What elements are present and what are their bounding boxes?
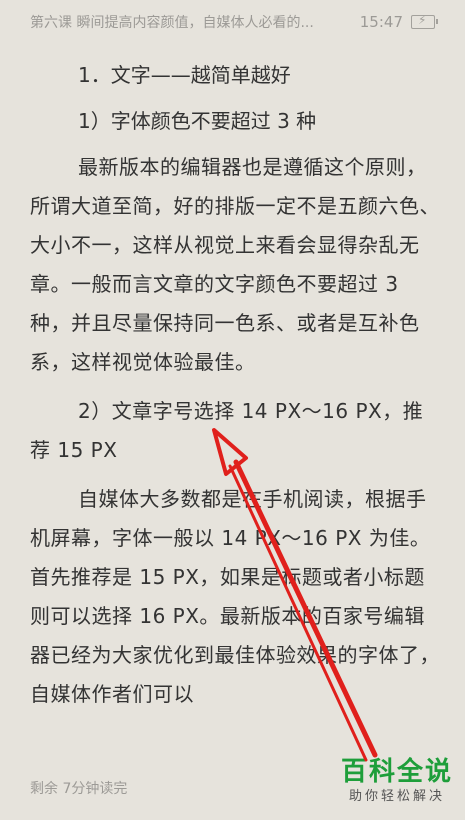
watermark-title: 百科全说 bbox=[340, 757, 453, 787]
subheading-font-size: 2）文章字号选择 14 PX～16 PX，推荐 15 PX bbox=[30, 399, 424, 462]
chapter-title: 第六课 瞬间提高内容颜值，自媒体人必看的... bbox=[30, 15, 314, 31]
article-body: 1．文字——越简单越好 1）字体颜色不要超过 3 种 最新版本的编辑器也是遵循这… bbox=[30, 56, 440, 724]
watermark-subtitle: 助你轻松解决 bbox=[348, 789, 445, 804]
paragraph-font-size: 自媒体大多数都是在手机阅读，根据手机屏幕，字体一般以 14 PX～16 PX 为… bbox=[30, 487, 440, 706]
paragraph-font-color: 最新版本的编辑器也是遵循这个原则，所谓大道至简，好的排版一定不是五颜六色、大小不… bbox=[30, 155, 440, 374]
status-bar: 第六课 瞬间提高内容颜值，自媒体人必看的... 15:47 ⚡ bbox=[0, 0, 465, 44]
section-heading: 1．文字——越简单越好 bbox=[78, 63, 291, 87]
reading-time-remaining: 剩余 7分钟读完 bbox=[30, 781, 128, 797]
watermark-logo: 百科全说 助你轻松解决 bbox=[332, 756, 462, 816]
clock: 15:47 bbox=[359, 13, 403, 31]
subheading-font-color: 1）字体颜色不要超过 3 种 bbox=[78, 109, 317, 133]
battery-charging-icon: ⚡ bbox=[411, 13, 438, 29]
